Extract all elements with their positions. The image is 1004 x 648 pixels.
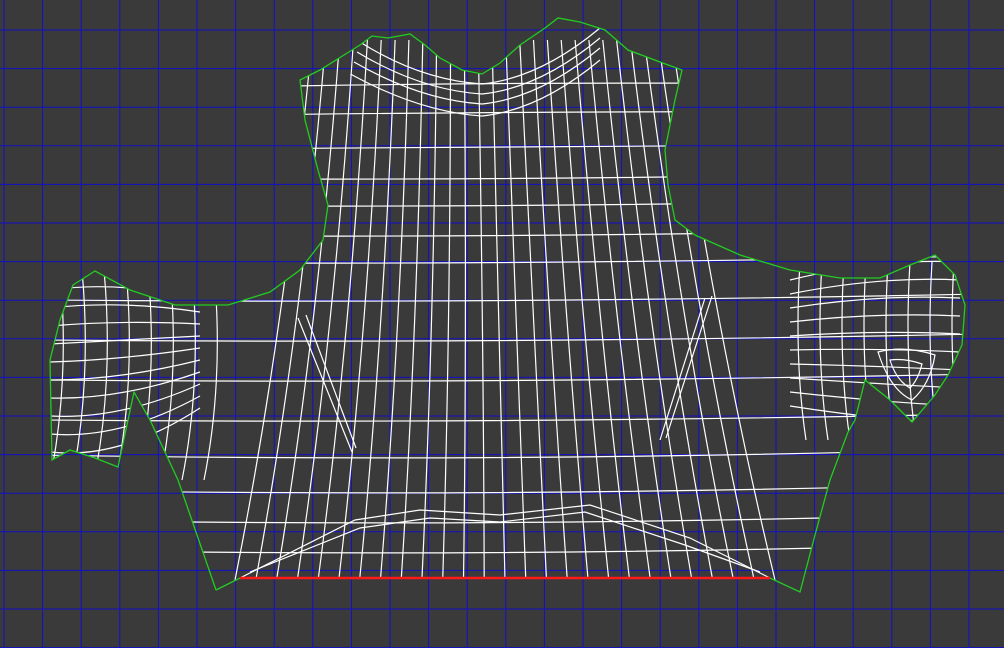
uv-canvas[interactable]: [0, 0, 1004, 648]
uv-editor-viewport[interactable]: [0, 0, 1004, 648]
